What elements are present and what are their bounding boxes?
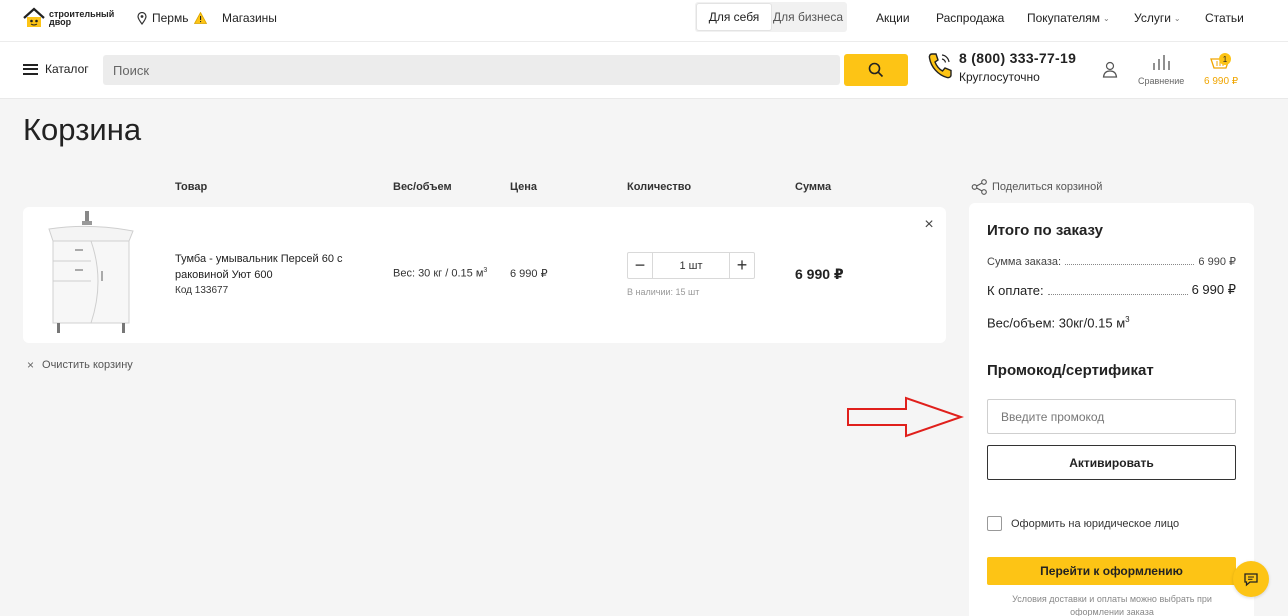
delivery-note: Условия доставки и оплаты можно выбрать … xyxy=(1012,594,1212,616)
catalog-label: Каталог xyxy=(45,62,89,76)
cart-count-badge: 1 xyxy=(1219,53,1231,65)
location-pin-icon xyxy=(137,11,147,25)
search-input[interactable] xyxy=(103,55,840,85)
decrease-button[interactable]: − xyxy=(628,253,652,278)
page-title: Корзина xyxy=(23,112,142,147)
share-cart-label: Поделиться корзиной xyxy=(992,181,1103,193)
nav-promotions-label: Акции xyxy=(876,11,910,25)
promo-title: Промокод/сертификат xyxy=(987,362,1154,379)
search-button[interactable] xyxy=(844,54,908,86)
nav-customers[interactable]: Покупателям ⌄ xyxy=(1027,11,1110,25)
col-header-price: Цена xyxy=(510,181,538,193)
product-name[interactable]: Тумба - умывальник Персей 60 с раковиной… xyxy=(175,251,365,283)
user-icon[interactable] xyxy=(1102,61,1118,78)
logo[interactable]: строительный двор xyxy=(22,6,122,30)
nav-services[interactable]: Услуги ⌄ xyxy=(1134,11,1181,25)
cart-item: Тумба - умывальник Персей 60 с раковиной… xyxy=(23,207,946,343)
dotted-leader xyxy=(1065,264,1195,265)
top-bar: строительный двор Пермь Магазины Для себ… xyxy=(0,0,1288,42)
segment-personal[interactable]: Для себя xyxy=(697,4,771,30)
product-price: 6 990 ₽ xyxy=(510,268,548,280)
nav-customers-label: Покупателям xyxy=(1027,11,1100,25)
product-weight-text: Вес: 30 кг / 0.15 м xyxy=(393,267,484,280)
search-icon xyxy=(868,62,884,78)
checkout-button[interactable]: Перейти к оформлению xyxy=(987,557,1236,585)
cart-total[interactable]: 6 990 ₽ xyxy=(1204,76,1238,87)
share-icon xyxy=(971,179,987,195)
chevron-down-icon: ⌄ xyxy=(1102,13,1110,23)
phone-number[interactable]: 8 (800) 333-77-19 xyxy=(959,50,1076,66)
summary-weight-unit-sup: 3 xyxy=(1125,315,1130,324)
to-pay-value: 6 990 ₽ xyxy=(1191,282,1236,297)
phone-icon xyxy=(928,53,952,79)
legal-entity-option[interactable]: Оформить на юридическое лицо xyxy=(987,516,1179,531)
promo-code-input[interactable] xyxy=(987,399,1236,434)
nav-promotions[interactable]: Акции xyxy=(876,11,910,25)
legal-entity-checkbox[interactable] xyxy=(987,516,1002,531)
catalog-button[interactable]: Каталог xyxy=(23,62,89,76)
phone-hours: Круглосуточно xyxy=(959,70,1040,84)
city-selector[interactable]: Пермь xyxy=(137,10,212,26)
main-header: Каталог 8 (800) 333-77-19 Круглосуточно … xyxy=(0,42,1288,99)
nav-articles-label: Статьи xyxy=(1205,11,1244,25)
activate-button[interactable]: Активировать xyxy=(987,445,1236,480)
col-header-sum: Сумма xyxy=(795,181,832,193)
chevron-down-icon: ⌄ xyxy=(1173,13,1181,23)
nav-articles[interactable]: Статьи xyxy=(1205,11,1244,25)
menu-icon xyxy=(23,63,38,75)
to-pay-row: К оплате: 6 990 ₽ xyxy=(987,282,1236,298)
col-header-weight: Вес/объем xyxy=(393,181,452,193)
increase-button[interactable]: + xyxy=(730,253,754,278)
item-sum: 6 990 ₽ xyxy=(795,266,844,282)
product-weight: Вес: 30 кг / 0.15 м3 xyxy=(393,267,487,280)
order-sum-label: Сумма заказа: xyxy=(987,256,1062,268)
clear-cart-button[interactable]: × Очистить корзину xyxy=(27,358,133,372)
share-cart-link[interactable]: Поделиться корзиной xyxy=(971,179,1102,195)
to-pay-label: К оплате: xyxy=(987,283,1044,298)
remove-item-icon[interactable]: × xyxy=(922,216,936,233)
product-weight-unit-sup: 3 xyxy=(483,267,488,274)
close-icon: × xyxy=(27,358,35,372)
order-sum-row: Сумма заказа: 6 990 ₽ xyxy=(987,255,1236,268)
legal-entity-label: Оформить на юридическое лицо xyxy=(1011,517,1180,530)
chat-button[interactable] xyxy=(1233,561,1269,597)
dotted-leader xyxy=(1047,294,1188,295)
stores-link[interactable]: Магазины xyxy=(222,11,277,25)
segment-business[interactable]: Для бизнеса xyxy=(771,4,845,30)
stock-status: В наличии: 15 шт xyxy=(627,287,700,297)
product-code: Код 133677 xyxy=(175,285,229,296)
order-summary-panel: Итого по заказу Сумма заказа: 6 990 ₽ К … xyxy=(969,203,1254,616)
nav-services-label: Услуги xyxy=(1134,11,1171,25)
compare-icon[interactable] xyxy=(1152,54,1172,71)
audience-switch: Для себя Для бизнеса xyxy=(695,2,847,32)
summary-weight-text: Вес/объем: 30кг/0.15 м xyxy=(987,315,1126,331)
col-header-quantity: Количество xyxy=(627,181,692,193)
clear-cart-label: Очистить корзину xyxy=(42,359,133,371)
order-sum-value: 6 990 ₽ xyxy=(1198,256,1236,268)
warning-icon xyxy=(194,12,208,24)
summary-weight: Вес/объем: 30кг/0.15 м3 xyxy=(987,315,1130,330)
summary-title: Итого по заказу xyxy=(987,222,1103,239)
red-arrow-annotation xyxy=(847,396,964,438)
product-image[interactable] xyxy=(45,211,135,336)
city-name: Пермь xyxy=(152,11,189,25)
quantity-stepper: − 1 шт + xyxy=(627,252,755,279)
nav-sale[interactable]: Распродажа xyxy=(936,11,1004,25)
nav-sale-label: Распродажа xyxy=(936,11,1005,25)
col-header-product: Товар xyxy=(175,181,208,193)
quantity-value[interactable]: 1 шт xyxy=(652,253,730,278)
logo-text: строительный двор xyxy=(49,9,115,27)
chat-icon xyxy=(1244,572,1258,586)
house-logo-icon xyxy=(23,7,45,27)
compare-label[interactable]: Сравнение xyxy=(1138,76,1184,86)
